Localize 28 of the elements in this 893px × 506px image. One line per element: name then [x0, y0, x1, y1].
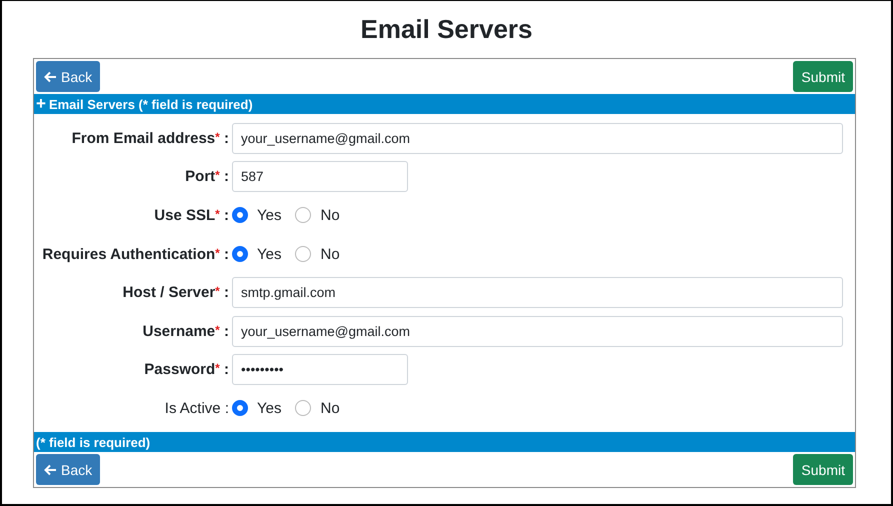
radio-option[interactable]: Yes [232, 246, 282, 263]
arrow-left-icon [44, 464, 57, 476]
text-field[interactable]: your_username@gmail.com [232, 122, 843, 154]
back-button[interactable]: Back [36, 61, 100, 92]
radio-option[interactable]: No [295, 246, 340, 263]
text-field[interactable]: your_username@gmail.com [232, 316, 843, 347]
text-field[interactable]: ••••••••• [232, 354, 408, 386]
required-note: (* field is required) [34, 432, 855, 452]
field-label: Is Active : [164, 400, 230, 417]
radio-option[interactable]: No [295, 206, 340, 224]
submit-button[interactable]: Submit [793, 454, 853, 485]
radio-option[interactable]: No [295, 400, 340, 417]
arrow-left-icon [44, 70, 57, 82]
section-header[interactable]: + Email Servers (* field is required) [34, 94, 855, 114]
field-label: From Email address* : [70, 130, 230, 147]
field-label: Use SSL* : [153, 206, 230, 224]
radio-option[interactable]: Yes [232, 206, 282, 224]
text-field[interactable]: smtp.gmail.com [232, 277, 843, 308]
field-label: Requires Authentication* : [41, 246, 230, 263]
field-label: Username* : [142, 322, 230, 340]
text-field[interactable]: 587 [232, 161, 408, 192]
radio-option[interactable]: Yes [232, 400, 282, 417]
field-label: Port* : [184, 168, 230, 186]
field-label: Host / Server* : [122, 284, 230, 302]
field-label: Password* : [143, 361, 230, 378]
back-button[interactable]: Back [36, 454, 100, 485]
submit-button[interactable]: Submit [793, 61, 853, 92]
page-title: Email Servers [359, 13, 534, 46]
